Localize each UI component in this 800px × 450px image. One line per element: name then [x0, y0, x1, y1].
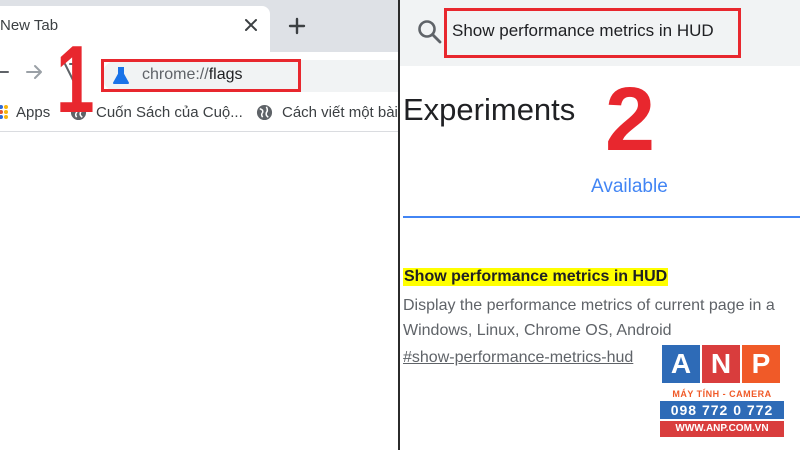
- bookmark-apps[interactable]: Apps: [0, 102, 50, 122]
- new-tab-button[interactable]: [282, 12, 312, 42]
- tab-active-indicator: [403, 216, 800, 218]
- bookmark-label: Cuốn Sách của Cuộ...: [96, 103, 243, 121]
- back-arrow-icon[interactable]: [0, 63, 10, 81]
- logo-letter-a: A: [662, 345, 700, 383]
- bookmark-label: Apps: [16, 103, 51, 121]
- plus-icon: [288, 17, 306, 35]
- logo-letter-p: P: [742, 345, 780, 383]
- logo-website: WWW.ANP.COM.VN: [660, 421, 784, 437]
- tab-available[interactable]: Available: [591, 176, 668, 198]
- highlight-box-search: [444, 8, 741, 58]
- forward-arrow-icon[interactable]: [24, 63, 44, 81]
- logo-phone: 098 772 0 772: [660, 401, 784, 419]
- highlight-box-address-bar: [101, 59, 301, 92]
- step-1-label: 1: [56, 26, 95, 133]
- close-icon: [245, 19, 257, 31]
- tab-new-tab[interactable]: New Tab: [0, 6, 270, 52]
- logo-subtitle: MÁY TÍNH - CAMERA: [672, 389, 772, 399]
- globe-icon: [256, 104, 273, 120]
- page-title: Experiments: [403, 92, 576, 127]
- flag-description-line2: Windows, Linux, Chrome OS, Android: [403, 322, 672, 339]
- tab-title: New Tab: [0, 17, 59, 34]
- flag-description-line1: Display the performance metrics of curre…: [403, 297, 775, 314]
- tab-close-button[interactable]: [236, 10, 266, 40]
- flag-anchor-link[interactable]: #show-performance-metrics-hud: [403, 349, 633, 367]
- step-2-label: 2: [605, 70, 656, 170]
- logo-letter-n: N: [702, 345, 740, 383]
- bookmark-cuon-sach[interactable]: Cuốn Sách của Cuộ...: [70, 102, 243, 122]
- bookmark-cach-viet[interactable]: Cách viết một bài: [256, 102, 398, 122]
- flag-title: Show performance metrics in HUD: [403, 268, 669, 286]
- anp-watermark-logo: A N P MÁY TÍNH - CAMERA 098 772 0 772 WW…: [660, 345, 784, 441]
- bookmark-label: Cách viết một bài: [282, 103, 398, 121]
- search-icon: [418, 20, 442, 44]
- apps-grid-icon: [0, 105, 8, 119]
